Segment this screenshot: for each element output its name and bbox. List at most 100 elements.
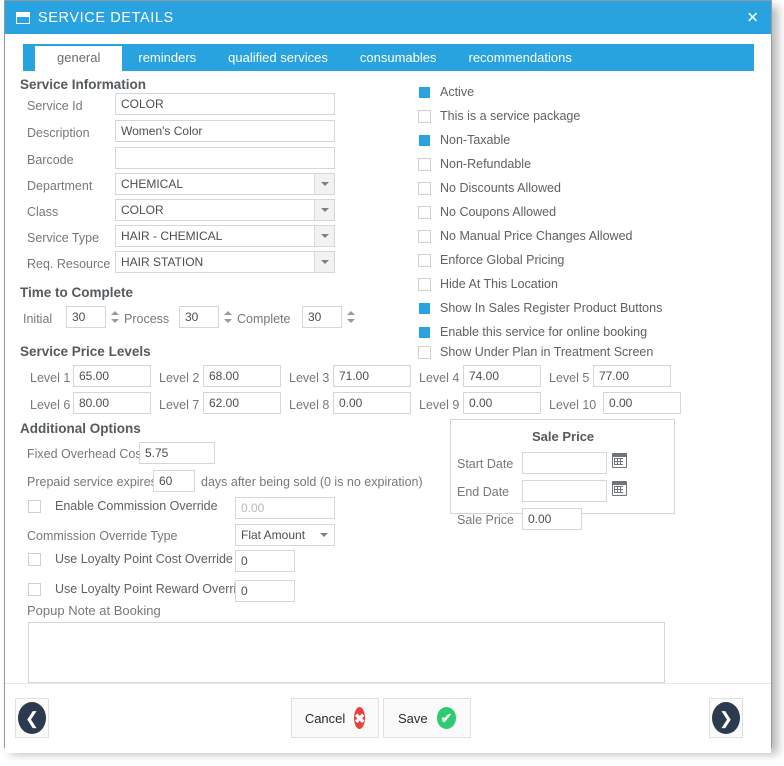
complete-input[interactable]: 30 <box>302 306 342 328</box>
checkbox-box <box>418 85 431 99</box>
label-level-7: Level 7 <box>159 398 200 412</box>
process-input[interactable]: 30 <box>179 306 219 328</box>
checkbox-loyalty-point-cost-override[interactable]: Use Loyalty Point Cost Override <box>28 552 233 566</box>
checkbox-label: This is a service package <box>440 109 581 123</box>
start-date-input[interactable] <box>522 452 607 474</box>
time-to-complete-heading: Time to Complete <box>20 285 134 300</box>
checkbox-service-package[interactable]: This is a service package <box>418 109 580 123</box>
level-2-input[interactable]: 68.00 <box>203 365 281 387</box>
level-6-input[interactable]: 80.00 <box>73 392 151 414</box>
label-level-9: Level 9 <box>419 398 460 412</box>
loyalty-point-reward-input[interactable]: 0 <box>235 580 295 602</box>
label-initial: Initial <box>23 312 53 326</box>
process-stepper[interactable] <box>222 306 233 328</box>
prev-record-button[interactable]: ❮ <box>15 698 49 738</box>
checkbox-label: Hide At This Location <box>440 277 558 291</box>
tab-consumables[interactable]: consumables <box>344 46 453 71</box>
popup-note-textarea[interactable] <box>28 622 665 683</box>
level-7-input[interactable]: 62.00 <box>203 392 281 414</box>
label-department: Department <box>27 179 93 193</box>
chevron-down-icon[interactable] <box>314 174 334 194</box>
chevron-down-icon[interactable] <box>314 200 334 220</box>
service-id-input[interactable]: COLOR <box>115 93 335 115</box>
label-complete: Complete <box>237 312 291 326</box>
calendar-icon[interactable] <box>612 481 627 496</box>
checkbox-label: Use Loyalty Point Cost Override <box>55 552 233 566</box>
prepaid-expires-input[interactable]: 60 <box>153 470 195 492</box>
label-req-resource: Req. Resource <box>27 257 111 271</box>
label-service-id: Service Id <box>27 99 83 113</box>
checkbox-show-in-sales-register[interactable]: Show In Sales Register Product Buttons <box>418 301 662 315</box>
checkbox-enable-commission-override[interactable]: Enable Commission Override <box>28 499 218 513</box>
initial-input[interactable]: 30 <box>66 306 106 328</box>
fixed-overhead-cost-input[interactable]: 5.75 <box>139 442 215 464</box>
chevron-left-icon: ❮ <box>18 702 46 734</box>
checkbox-enforce-global-pricing[interactable]: Enforce Global Pricing <box>418 253 564 267</box>
barcode-input[interactable] <box>115 147 335 169</box>
checkbox-show-under-plan[interactable]: Show Under Plan in Treatment Screen <box>418 345 653 359</box>
price-levels-heading: Service Price Levels <box>20 344 151 359</box>
description-input[interactable]: Women's Color <box>115 120 335 142</box>
service-type-value: HAIR - CHEMICAL <box>121 229 223 243</box>
checkbox-box <box>418 205 431 219</box>
initial-stepper[interactable] <box>109 306 120 328</box>
checkbox-enable-online-booking[interactable]: Enable this service for online booking <box>418 325 647 339</box>
level-9-input[interactable]: 0.00 <box>463 392 541 414</box>
checkbox-no-manual-price-changes[interactable]: No Manual Price Changes Allowed <box>418 229 632 243</box>
label-fixed-overhead-cost: Fixed Overhead Cost <box>27 447 146 461</box>
chevron-down-icon[interactable] <box>314 525 334 545</box>
tab-qualified-services[interactable]: qualified services <box>212 46 344 71</box>
close-icon[interactable]: ✕ <box>746 10 759 25</box>
service-type-combo[interactable]: HAIR - CHEMICAL <box>115 225 335 247</box>
class-combo[interactable]: COLOR <box>115 199 335 221</box>
chevron-down-icon[interactable] <box>314 252 334 272</box>
commission-override-type-combo[interactable]: Flat Amount <box>235 524 335 546</box>
chevron-down-icon[interactable] <box>314 226 334 246</box>
checkbox-box <box>28 552 41 566</box>
level-10-input[interactable]: 0.00 <box>603 392 681 414</box>
level-4-input[interactable]: 74.00 <box>463 365 541 387</box>
tab-reminders[interactable]: reminders <box>122 46 212 71</box>
level-5-input[interactable]: 77.00 <box>593 365 671 387</box>
level-1-input[interactable]: 65.00 <box>73 365 151 387</box>
checkbox-hide-at-this-location[interactable]: Hide At This Location <box>418 277 558 291</box>
tab-general[interactable]: general <box>35 46 123 71</box>
complete-stepper[interactable] <box>345 306 356 328</box>
level-3-input[interactable]: 71.00 <box>333 365 411 387</box>
checkbox-box <box>28 582 41 596</box>
checkbox-label: Non-Taxable <box>440 133 511 147</box>
commission-override-input[interactable]: 0.00 <box>235 497 335 519</box>
next-record-button[interactable]: ❯ <box>709 698 743 738</box>
checkbox-label: No Manual Price Changes Allowed <box>440 229 633 243</box>
loyalty-point-cost-input[interactable]: 0 <box>235 550 295 572</box>
sale-price-input[interactable]: 0.00 <box>522 508 582 530</box>
checkbox-box <box>418 181 431 195</box>
checkbox-non-taxable[interactable]: Non-Taxable <box>418 133 510 147</box>
calendar-icon[interactable] <box>612 453 627 468</box>
label-commission-override-type: Commission Override Type <box>27 529 178 543</box>
checkbox-loyalty-point-reward-override[interactable]: Use Loyalty Point Reward Override <box>28 582 250 596</box>
checkbox-no-coupons[interactable]: No Coupons Allowed <box>418 205 556 219</box>
title-bar: SERVICE DETAILS ✕ <box>5 1 771 34</box>
save-button-label: Save <box>398 710 428 726</box>
level-8-input[interactable]: 0.00 <box>333 392 411 414</box>
checkbox-no-discounts[interactable]: No Discounts Allowed <box>418 181 561 195</box>
checkbox-non-refundable[interactable]: Non-Refundable <box>418 157 531 171</box>
end-date-input[interactable] <box>522 480 607 502</box>
save-icon: ✔ <box>436 707 456 729</box>
checkbox-box <box>418 301 431 315</box>
cancel-button[interactable]: Cancel ✖ <box>291 698 379 738</box>
service-information-heading: Service Information <box>20 77 147 92</box>
department-combo[interactable]: CHEMICAL <box>115 173 335 195</box>
tab-recommendations[interactable]: recommendations <box>453 46 588 71</box>
checkbox-box <box>418 157 431 171</box>
checkbox-label: Enable this service for online booking <box>440 325 648 339</box>
checkbox-label: Active <box>440 85 475 99</box>
save-button[interactable]: Save ✔ <box>383 698 471 738</box>
label-level-8: Level 8 <box>289 398 330 412</box>
checkbox-active[interactable]: Active <box>418 85 474 99</box>
checkbox-box <box>418 277 431 291</box>
checkbox-label: No Coupons Allowed <box>440 205 557 219</box>
req-resource-combo[interactable]: HAIR STATION <box>115 251 335 273</box>
label-popup-note: Popup Note at Booking <box>27 603 161 618</box>
